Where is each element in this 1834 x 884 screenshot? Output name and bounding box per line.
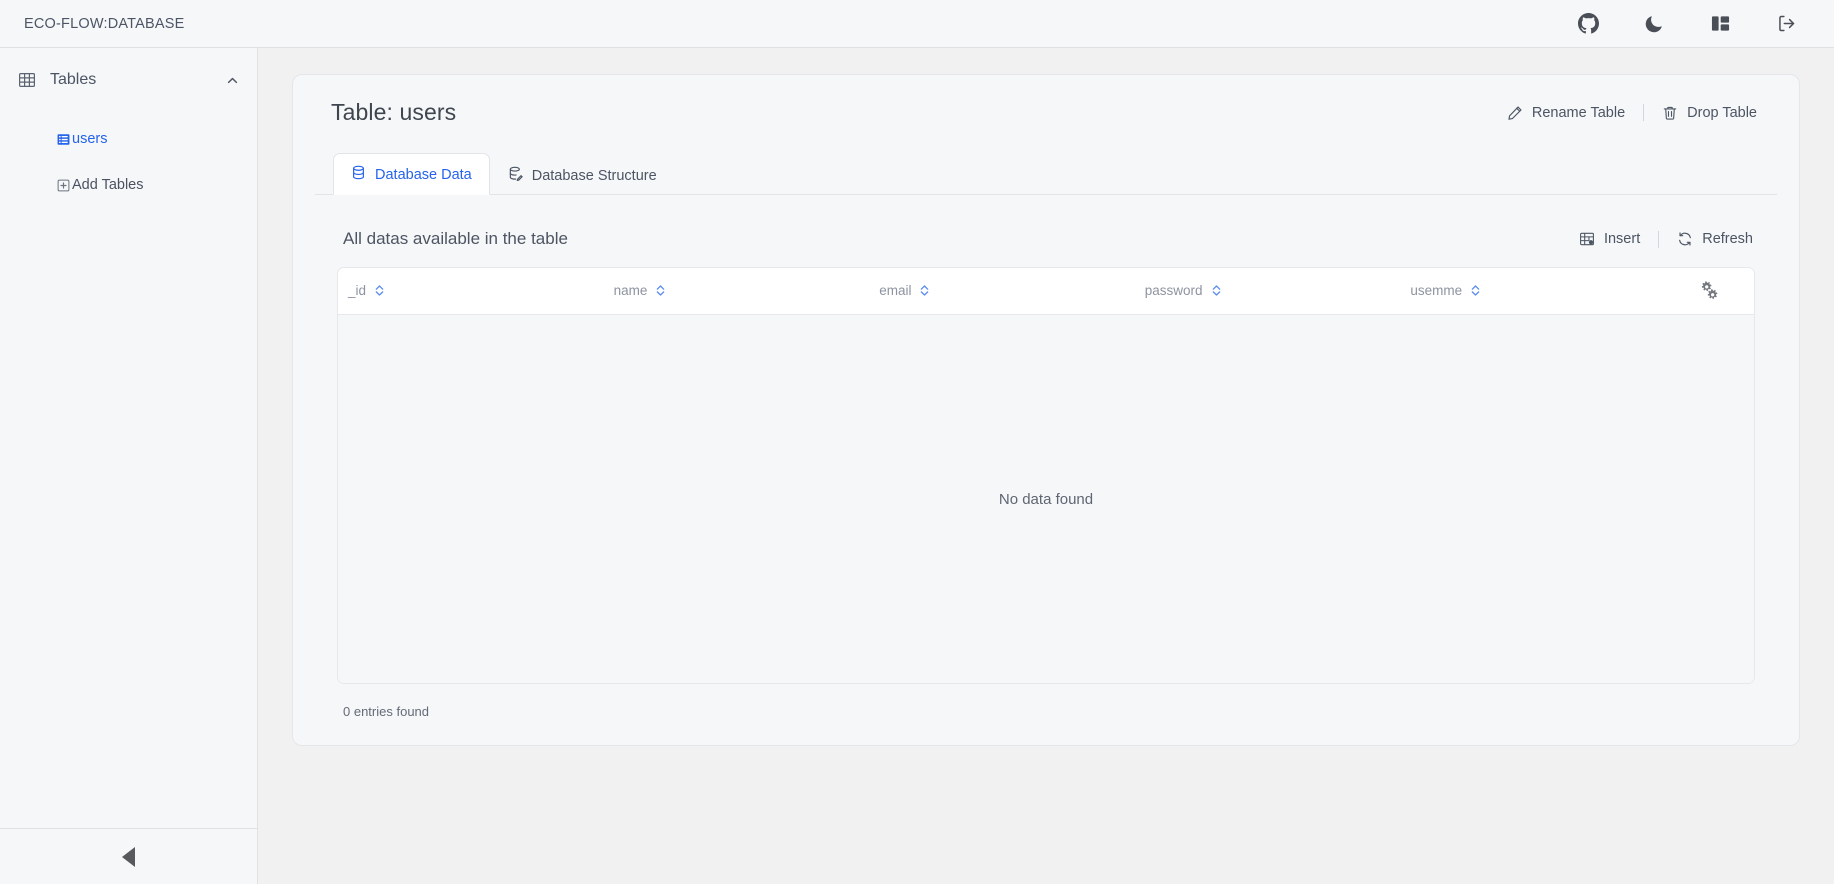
top-bar: ECO-FLOW:DATABASE: [0, 0, 1834, 48]
sidebar: Tables users Add Tables: [0, 48, 258, 884]
sidebar-item-users[interactable]: users: [0, 123, 257, 155]
panel-layout-icon[interactable]: [1708, 12, 1732, 36]
sidebar-item-label: users: [72, 131, 108, 147]
body-row: Tables users Add Tables Table: users Ren…: [0, 48, 1834, 884]
sort-icon[interactable]: [1211, 284, 1222, 297]
empty-state-message: No data found: [998, 490, 1094, 508]
insert-label: Insert: [1603, 231, 1641, 247]
app-root: ECO-FLOW:DATABASE Tables users Add Table…: [0, 0, 1834, 884]
tab-label: Database Data: [375, 166, 472, 183]
column-header-name[interactable]: name: [603, 268, 870, 315]
table-insert-icon: [1579, 231, 1595, 247]
column-header-username[interactable]: usemme: [1400, 268, 1666, 315]
table-head: _id name email password usemme: [338, 268, 1754, 315]
chevron-up-icon[interactable]: [226, 74, 239, 87]
table-icon: [18, 71, 36, 89]
sort-icon[interactable]: [1470, 284, 1481, 297]
drop-table-button[interactable]: Drop Table: [1644, 105, 1775, 121]
tab-database-structure[interactable]: Database Structure: [490, 154, 675, 195]
refresh-label: Refresh: [1702, 231, 1753, 247]
insert-button[interactable]: Insert: [1561, 231, 1658, 247]
sort-icon[interactable]: [374, 284, 385, 297]
app-brand-title: ECO-FLOW:DATABASE: [24, 15, 185, 32]
page-title: Table: users: [331, 99, 457, 125]
tab-bar: Database Data Database Structure: [315, 152, 1777, 195]
tab-database-data[interactable]: Database Data: [333, 153, 490, 195]
pencil-icon: [1507, 105, 1523, 121]
drop-table-label: Drop Table: [1687, 104, 1757, 121]
sort-icon[interactable]: [655, 284, 666, 297]
entries-count: 0 entries found: [343, 704, 430, 719]
sidebar-item-label: Add Tables: [72, 177, 144, 193]
table-rows-icon: [56, 132, 70, 146]
sidebar-collapse-button[interactable]: [0, 828, 257, 884]
rename-table-button[interactable]: Rename Table: [1489, 105, 1643, 121]
data-table-wrapper: _id name email password usemme No data f…: [337, 267, 1755, 684]
topbar-actions: [1576, 12, 1810, 36]
database-icon: [351, 165, 366, 184]
section-header: All datas available in the table Insert: [315, 195, 1777, 267]
section-title: All datas available in the table: [343, 229, 568, 248]
sidebar-section-tables[interactable]: Tables: [0, 57, 257, 103]
main-content: Table: users Rename Table Drop Table Dat…: [258, 48, 1834, 884]
column-label: name: [613, 283, 648, 298]
table-header-row: _id name email password usemme: [338, 268, 1754, 315]
data-table: _id name email password usemme: [338, 268, 1754, 315]
trash-icon: [1662, 105, 1678, 121]
logout-icon[interactable]: [1774, 12, 1798, 36]
github-icon[interactable]: [1576, 12, 1600, 36]
moon-icon[interactable]: [1642, 12, 1666, 36]
sidebar-section-title: Tables: [50, 71, 97, 88]
column-label: _id: [348, 283, 367, 298]
column-header-id[interactable]: _id: [338, 268, 604, 315]
refresh-icon: [1677, 231, 1693, 247]
column-label: email: [879, 283, 912, 298]
gears-icon[interactable]: [1676, 280, 1744, 301]
column-header-settings[interactable]: [1666, 268, 1754, 315]
sidebar-table-list: users Add Tables: [0, 103, 257, 201]
column-header-password[interactable]: password: [1134, 268, 1401, 315]
triangle-left-icon: [122, 846, 135, 867]
column-header-email[interactable]: email: [869, 268, 1135, 315]
tab-label: Database Structure: [531, 167, 657, 184]
column-label: password: [1144, 283, 1203, 298]
refresh-button[interactable]: Refresh: [1659, 231, 1771, 247]
sidebar-item-add-tables[interactable]: Add Tables: [0, 169, 257, 201]
sort-icon[interactable]: [919, 284, 930, 297]
column-label: usemme: [1410, 283, 1463, 298]
rename-table-label: Rename Table: [1531, 104, 1626, 121]
section-actions: Insert Refresh: [1561, 230, 1771, 248]
table-panel: Table: users Rename Table Drop Table Dat…: [292, 74, 1800, 746]
panel-header: Table: users Rename Table Drop Table: [315, 99, 1777, 126]
empty-state: No data found: [338, 315, 1754, 683]
panel-actions: Rename Table Drop Table: [1489, 99, 1775, 121]
plus-square-icon: [56, 178, 70, 192]
database-structure-icon: [508, 166, 523, 185]
